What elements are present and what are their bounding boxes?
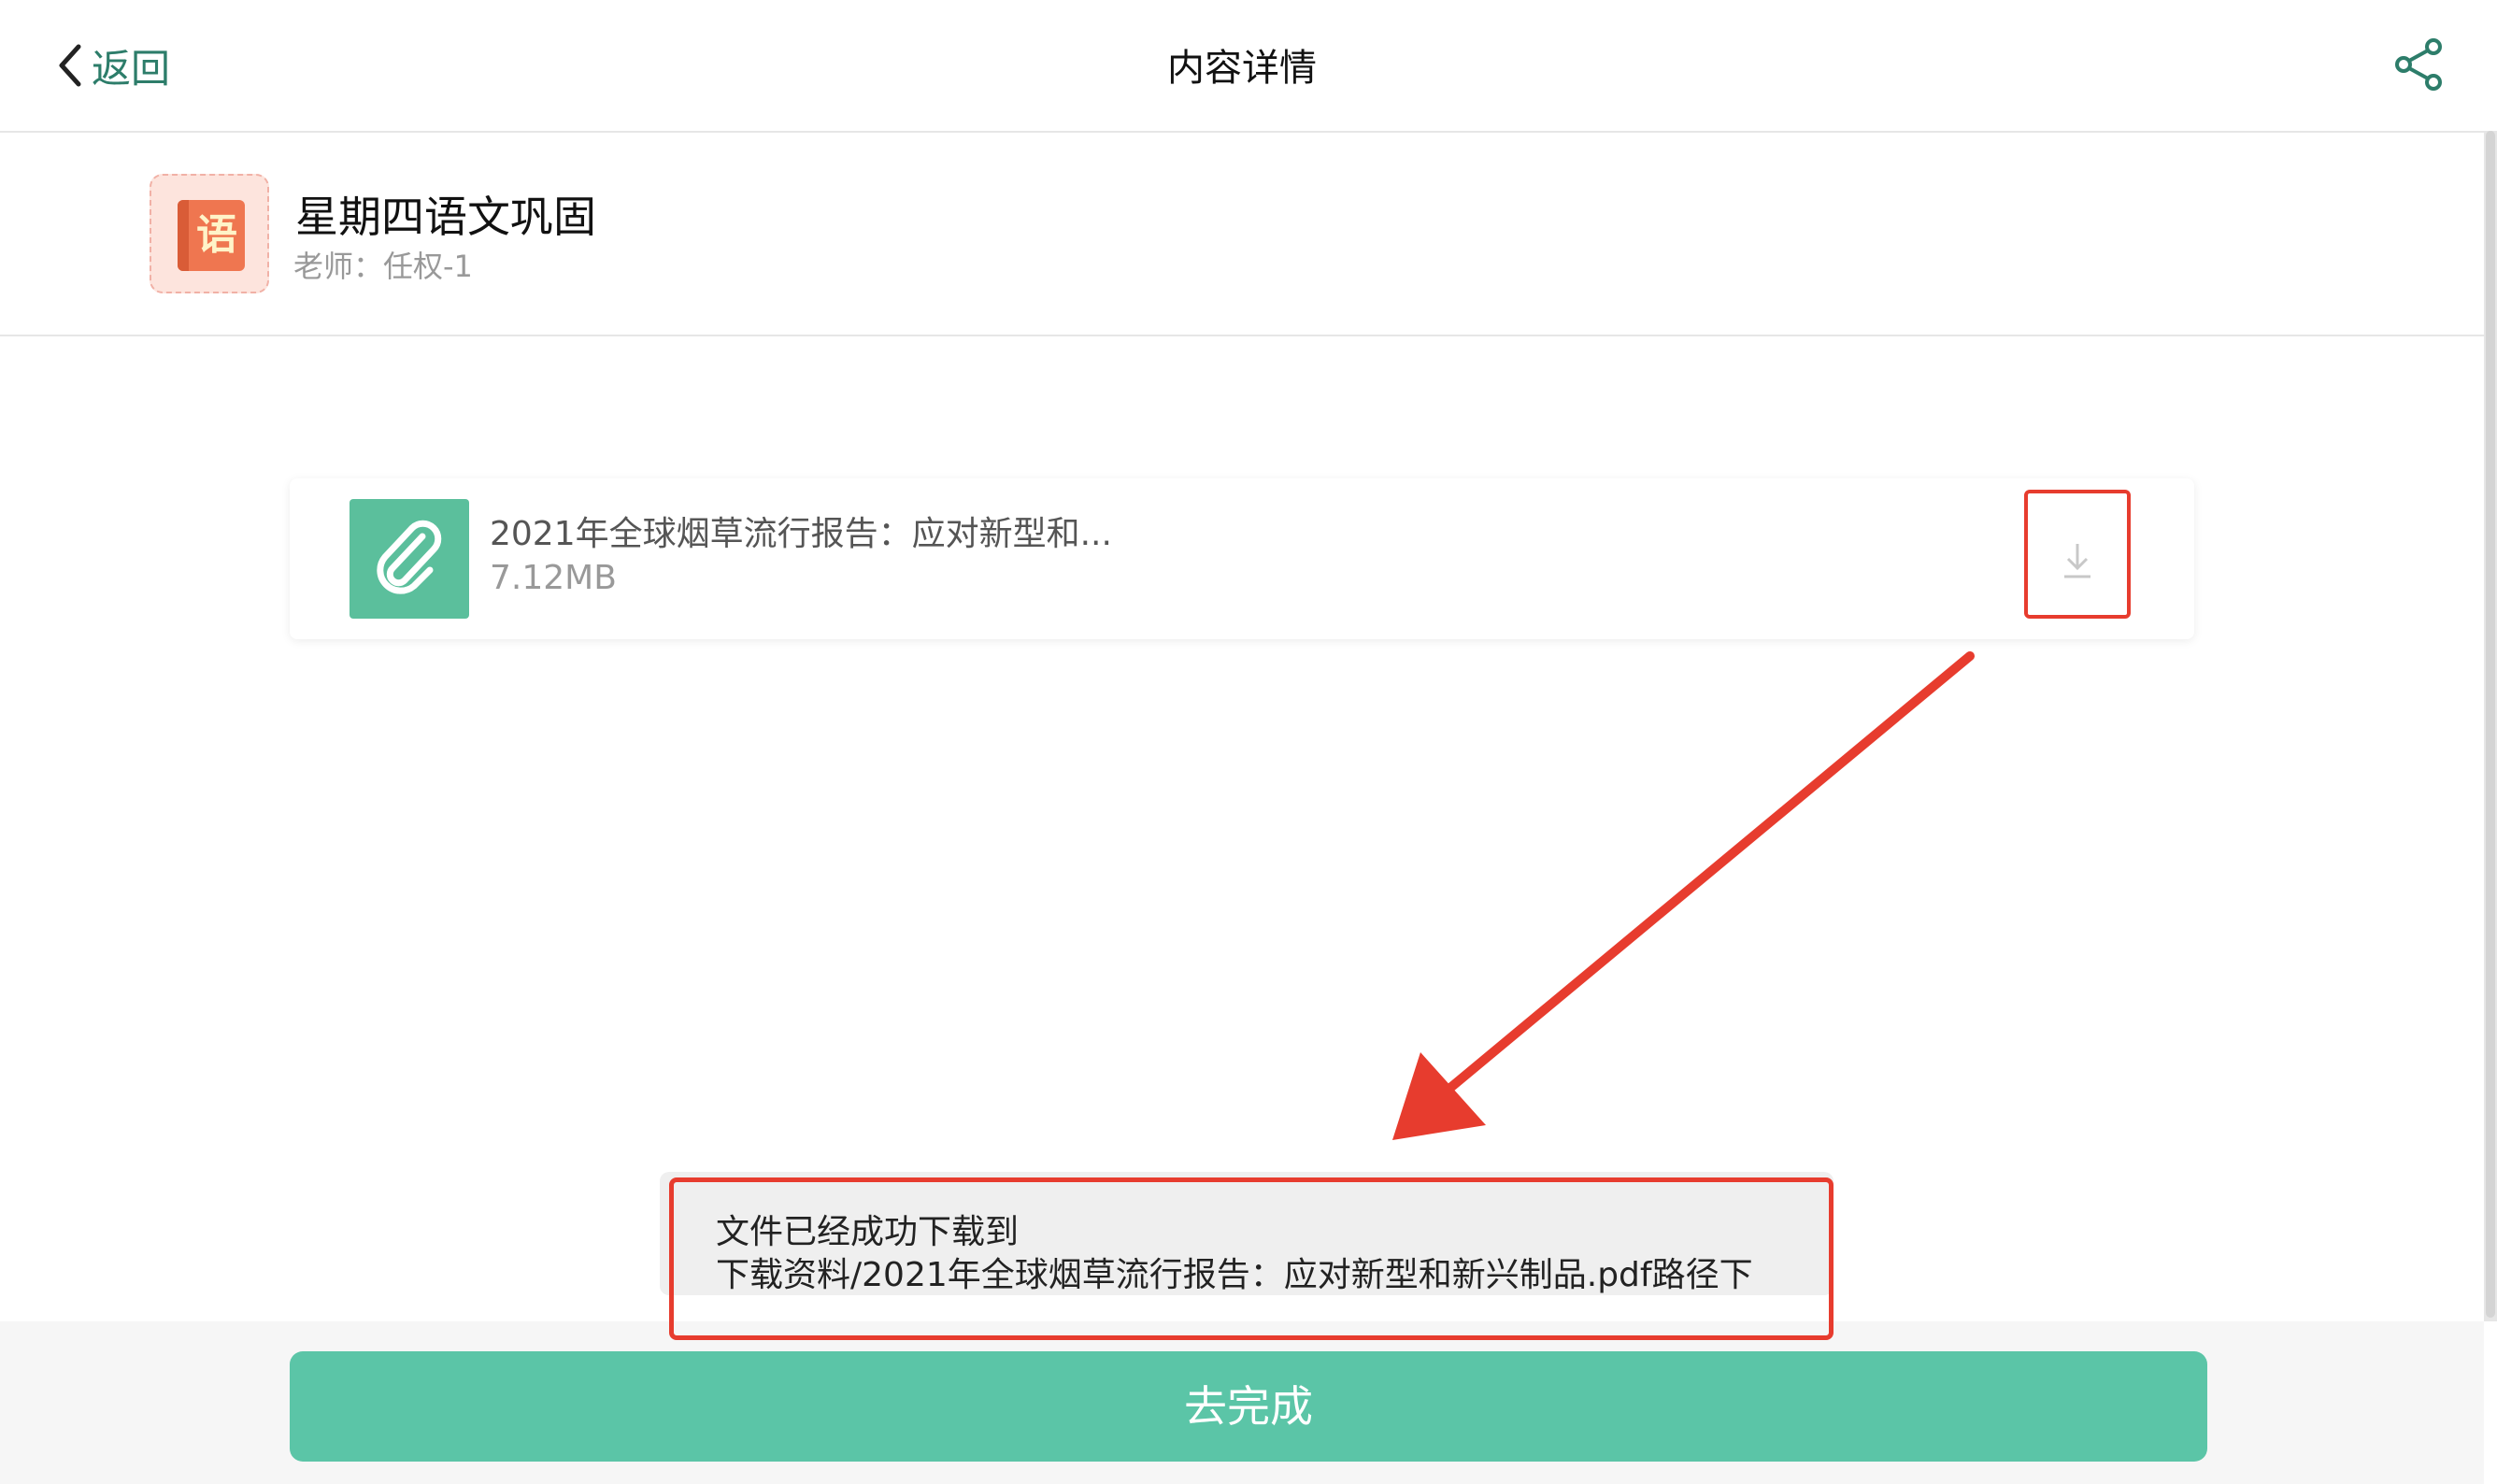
- scrollbar-thumb[interactable]: [2486, 131, 2495, 1318]
- attachment-card[interactable]: 2021年全球烟草流行报告：应对新型和... 7.12MB: [290, 478, 2194, 639]
- paperclip-icon: [350, 499, 469, 619]
- page-title: 内容详情: [1167, 47, 1317, 90]
- toast-message: 文件已经成功下载到 下载资料/2021年全球烟草流行报告：应对新型和新兴制品.p…: [716, 1211, 1753, 1297]
- toast-line-1: 文件已经成功下载到: [716, 1213, 1020, 1251]
- download-button[interactable]: [2024, 490, 2131, 619]
- complete-button[interactable]: 去完成: [290, 1351, 2207, 1462]
- toast-line-2: 下载资料/2021年全球烟草流行报告：应对新型和新兴制品.pdf路径下: [716, 1256, 1753, 1294]
- course-name: 星期四语文巩固: [295, 192, 596, 242]
- download-icon: [2064, 544, 2090, 578]
- annotation-arrow: [1392, 651, 1975, 1140]
- teacher-name: 老师：任权-1: [293, 249, 473, 284]
- chinese-book-icon: 语: [150, 174, 269, 293]
- top-bar: 返回 内容详情: [0, 0, 2484, 133]
- course-info: 语 星期四语文巩固 老师：任权-1: [0, 133, 2484, 336]
- share-icon[interactable]: [2392, 37, 2447, 92]
- file-size: 7.12MB: [490, 559, 617, 597]
- file-name: 2021年全球烟草流行报告：应对新型和...: [490, 515, 1112, 553]
- course-icon-char: 语: [196, 211, 237, 259]
